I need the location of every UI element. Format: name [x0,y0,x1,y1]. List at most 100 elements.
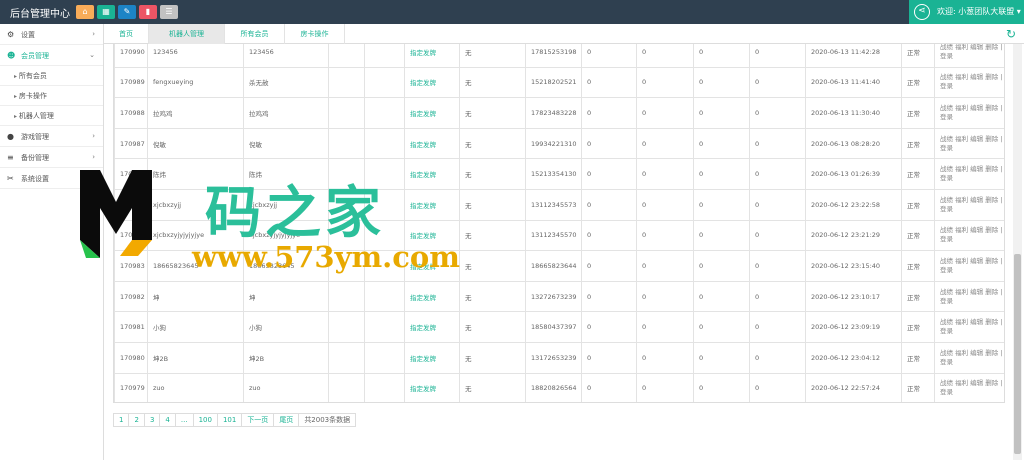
assign-deal-link[interactable]: 指定发牌 [404,66,460,99]
table-cell: 0 [581,188,637,221]
table-cell: 0 [693,341,750,374]
sidebar-item-label: 系统设置 [21,175,49,183]
assign-deal-link[interactable]: 指定发牌 [404,280,460,313]
page-link[interactable]: 下一页 [241,413,275,427]
table-cell: 13112345570 [525,219,582,252]
table-cell: 0 [581,158,637,190]
tab-home[interactable]: 首页 [104,24,149,44]
page-link[interactable]: 尾页 [273,413,300,427]
table-cell: 无 [459,219,526,252]
sidebar-item[interactable]: ☻ 会员管理 ⌄ [0,45,103,66]
table-cell [328,44,365,68]
grid-icon[interactable]: ▦ [97,5,115,19]
sidebar-item[interactable]: ≡ 备份管理 › [0,147,103,168]
refresh-icon[interactable]: ↻ [1006,27,1016,41]
row-actions[interactable]: 战绩 福利 编辑 删除 | 登录 [934,311,1004,343]
trash-icon[interactable]: ▮ [139,5,157,19]
table-cell: 0 [636,44,694,68]
row-actions[interactable]: 战绩 福利 编辑 删除 | 登录 [934,219,1004,252]
table-cell [364,280,405,313]
page-link[interactable]: 2 [128,413,145,427]
assign-deal-link[interactable]: 指定发牌 [404,97,460,129]
table-cell: 170980 [114,341,148,374]
table-cell: 无 [459,372,526,402]
assign-deal-link[interactable]: 指定发牌 [404,311,460,343]
page-link[interactable]: ... [174,413,194,427]
table-cell: 0 [636,97,694,129]
row-actions[interactable]: 战绩 福利 编辑 删除 | 登录 [934,280,1004,313]
table-cell: 0 [581,66,637,99]
tab-robot-management[interactable]: 机器人管理 [149,24,225,44]
page-link[interactable]: 1 [113,413,130,427]
assign-deal-link[interactable]: 指定发牌 [404,372,460,402]
table-cell: 18580437397 [525,311,582,343]
table-cell: 0 [581,372,637,402]
scrollbar[interactable] [1013,44,1022,460]
assign-deal-link[interactable]: 指定发牌 [404,188,460,221]
table-row: 170982 坤坤指定发牌无 13272673239 0 0 0 0 2020-06-12 2… [114,280,1004,313]
assign-deal-link[interactable]: 指定发牌 [404,341,460,374]
row-actions[interactable]: 战绩 福利 编辑 删除 | 登录 [934,158,1004,190]
database-icon: ≡ [7,153,14,162]
soccer-icon: ● [7,132,14,141]
page-link[interactable]: 3 [143,413,161,427]
table-cell: 0 [693,158,750,190]
tab-bar: 首页 机器人管理 所有会员 房卡操作 ↻ [104,24,1024,44]
row-actions[interactable]: 战绩 福利 编辑 删除 | 登录 [934,188,1004,221]
assign-deal-link[interactable]: 指定发牌 [404,44,460,68]
table-cell: 0 [636,127,694,160]
watermark-url: www.573ym.com [192,240,460,274]
chevron-icon: ⌄ [89,51,95,59]
table-cell [364,127,405,160]
table-cell [364,311,405,343]
table-cell: 0 [636,66,694,99]
row-actions[interactable]: 战绩 福利 编辑 删除 | 登录 [934,97,1004,129]
assign-deal-link[interactable]: 指定发牌 [404,127,460,160]
edit-icon[interactable]: ✎ [118,5,136,19]
welcome-menu[interactable]: ⋖ 欢迎: 小葱团队大联盟 ▾ [909,0,1024,24]
row-actions[interactable]: 战绩 福利 编辑 删除 | 登录 [934,44,1004,68]
page-link[interactable]: 101 [216,413,243,427]
row-actions[interactable]: 战绩 福利 编辑 删除 | 登录 [934,127,1004,160]
table-cell: 0 [693,372,750,402]
table-cell: 正常 [901,44,935,68]
tab-all-members[interactable]: 所有会员 [225,24,285,44]
welcome-label: 欢迎: 小葱团队大联盟 ▾ [937,7,1021,16]
sidebar-item[interactable]: ⚙ 设置 › [0,24,103,45]
page-link[interactable]: 4 [159,413,176,427]
sidebar-subitem[interactable]: 所有会员 [0,66,103,86]
gear-icon: ⚙ [7,30,15,39]
sidebar-subitem[interactable]: 机器人管理 [0,106,103,126]
table-cell: 2020-06-12 23:21:29 [805,219,902,252]
table-cell: 正常 [901,341,935,374]
table-cell: 0 [749,250,806,282]
row-actions[interactable]: 战绩 福利 编辑 删除 | 登录 [934,66,1004,99]
table-cell: 2020-06-12 23:22:58 [805,188,902,221]
table-cell: 0 [581,97,637,129]
table-cell: 无 [459,158,526,190]
list-icon[interactable]: ☰ [160,5,178,19]
page-link[interactable]: 100 [192,413,218,427]
table-cell: 13172653239 [525,341,582,374]
table-cell: 正常 [901,188,935,221]
table-cell: zuo [147,372,244,402]
table-cell: 18820826564 [525,372,582,402]
row-actions[interactable]: 战绩 福利 编辑 删除 | 登录 [934,341,1004,374]
table-cell: 19934221310 [525,127,582,160]
sidebar-item-label: 会员管理 [21,52,49,60]
tab-room-card[interactable]: 房卡操作 [285,24,345,44]
table-cell: 0 [636,341,694,374]
scrollbar-thumb[interactable] [1014,254,1021,454]
row-actions[interactable]: 战绩 福利 编辑 删除 | 登录 [934,372,1004,402]
table-cell: 2020-06-13 11:42:28 [805,44,902,68]
sidebar-subitem[interactable]: 房卡操作 [0,86,103,106]
table-cell: 170987 [114,127,148,160]
table-cell: 0 [636,311,694,343]
row-actions[interactable]: 战绩 福利 编辑 删除 | 登录 [934,250,1004,282]
assign-deal-link[interactable]: 指定发牌 [404,158,460,190]
sidebar-item[interactable]: ● 游戏管理 › [0,126,103,147]
table-cell: 拉鸡鸡 [243,97,329,129]
table-cell: 倪敏 [147,127,244,160]
home-icon[interactable]: ⌂ [76,5,94,19]
table-cell [364,44,405,68]
